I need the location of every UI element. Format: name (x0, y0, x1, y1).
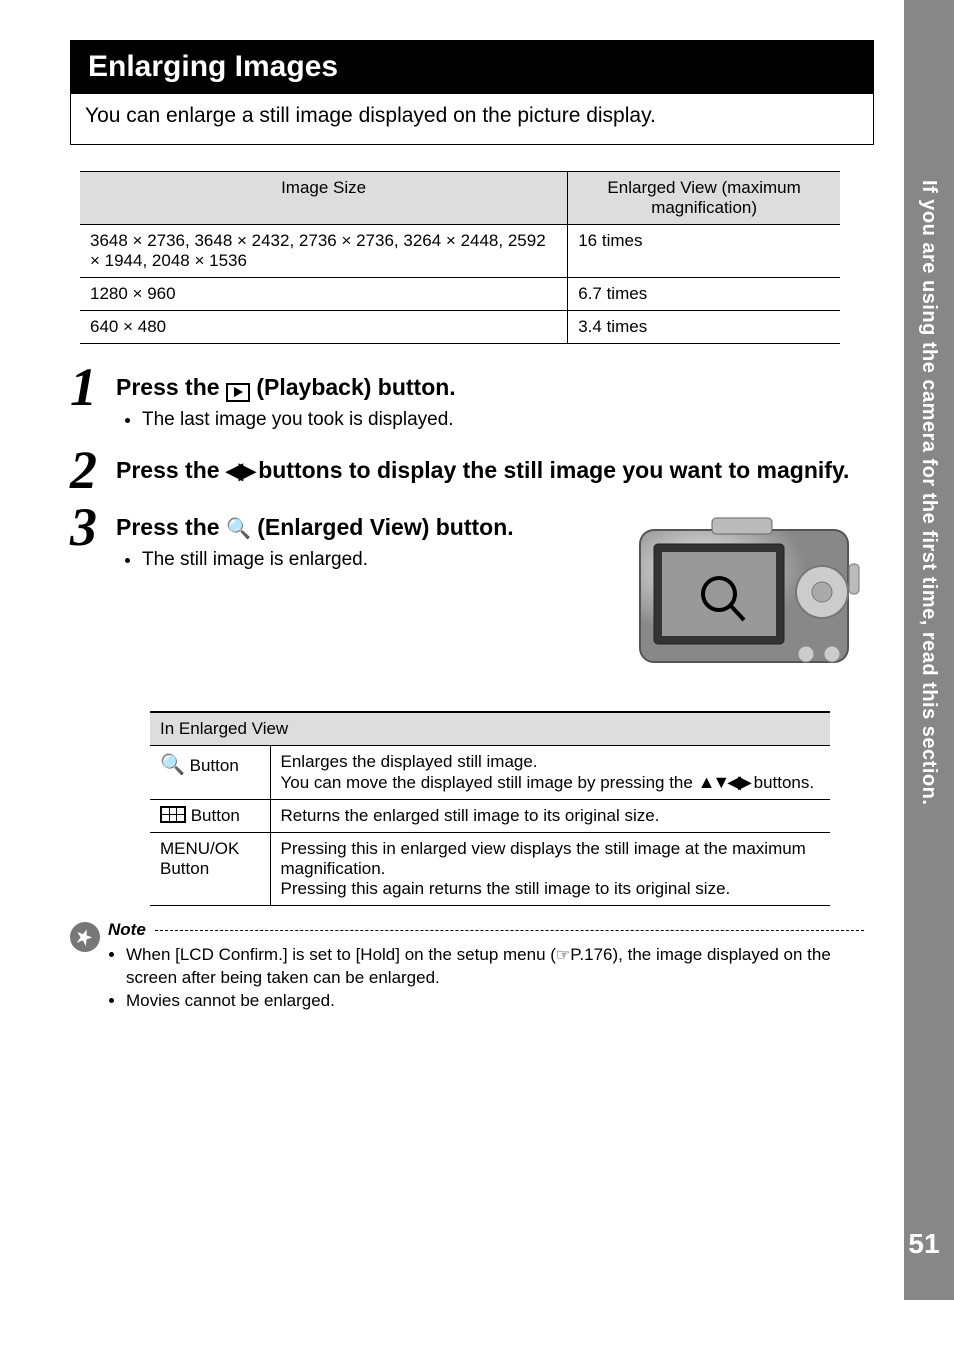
table-cell: 🔍 Button (150, 746, 270, 800)
table-cell: Returns the enlarged still image to its … (270, 800, 830, 833)
step-1: 1 Press the (Playback) button. The last … (70, 366, 864, 435)
image-size-table: Image Size Enlarged View (maximum magnif… (80, 171, 840, 344)
text: Button (186, 806, 240, 825)
table-row: 1280 × 960 6.7 times (80, 278, 840, 311)
reference-icon: ☞ (556, 947, 570, 964)
playback-icon (226, 383, 250, 402)
text: buttons. (749, 773, 814, 792)
text: Press the (116, 514, 226, 540)
direction-arrows-icon: ▲▼◀▶ (698, 772, 749, 792)
text: Button (185, 756, 239, 775)
text: buttons to display the still image you w… (258, 457, 849, 483)
table-row: Button Returns the enlarged still image … (150, 800, 830, 833)
page-number: 51 (904, 1228, 944, 1260)
step-title: Press the (Playback) button. (116, 372, 864, 403)
table-cell: Pressing this in enlarged view displays … (270, 833, 830, 906)
camera-illustration (634, 512, 864, 687)
text: When [LCD Confirm.] is set to [Hold] on … (126, 945, 556, 964)
table-cell: 3648 × 2736, 3648 × 2432, 2736 × 2736, 3… (80, 225, 568, 278)
table-cell: 640 × 480 (80, 311, 568, 344)
enlarged-view-table: In Enlarged View 🔍 Button Enlarges the d… (150, 711, 830, 906)
step-2: 2 Press the ◀▶ buttons to display the st… (70, 449, 864, 492)
magnify-icon: 🔍 (226, 518, 251, 540)
table-header: Enlarged View (maximum magnification) (568, 172, 840, 225)
table-cell: 1280 × 960 (80, 278, 568, 311)
text: (Playback) button. (256, 374, 455, 400)
table-cell: MENU/OK Button (150, 833, 270, 906)
table-row: 3648 × 2736, 3648 × 2432, 2736 × 2736, 3… (80, 225, 840, 278)
table-row: MENU/OK Button Pressing this in enlarged… (150, 833, 830, 906)
note-item: Movies cannot be enlarged. (126, 990, 864, 1013)
text: Enlarges the displayed still image. (281, 752, 821, 772)
note-item: When [LCD Confirm.] is set to [Hold] on … (126, 944, 864, 990)
step-bullet: The still image is enlarged. (142, 549, 616, 571)
sidebar-text: If you are using the camera for the firs… (917, 180, 940, 805)
page-title: Enlarging Images (70, 40, 874, 94)
text: Press the (116, 374, 226, 400)
step-bullet: The last image you took is displayed. (142, 409, 864, 431)
page-subtitle: You can enlarge a still image displayed … (70, 94, 874, 145)
step-title: Press the ◀▶ buttons to display the stil… (116, 455, 864, 486)
table-cell: 6.7 times (568, 278, 840, 311)
step-3: 3 Press the 🔍 (Enlarged View) button. Th… (70, 506, 864, 687)
text: (Enlarged View) button. (257, 514, 513, 540)
step-number: 3 (70, 506, 116, 549)
text: Pressing this again returns the still im… (281, 879, 821, 899)
step-title: Press the 🔍 (Enlarged View) button. (116, 512, 616, 543)
text: You can move the displayed still image b… (281, 772, 821, 793)
text (146, 920, 151, 940)
step-number: 2 (70, 449, 116, 492)
note-title: Note (108, 920, 864, 940)
table-cell: 16 times (568, 225, 840, 278)
text: Press the (116, 457, 226, 483)
table-header: In Enlarged View (150, 712, 830, 746)
table-row: 🔍 Button Enlarges the displayed still im… (150, 746, 830, 800)
sidebar: If you are using the camera for the firs… (904, 0, 954, 1300)
text: Pressing this in enlarged view displays … (281, 839, 821, 879)
table-cell: Button (150, 800, 270, 833)
thumbnail-icon (160, 806, 186, 823)
left-right-arrows-icon: ◀▶ (226, 458, 252, 483)
dashed-line (155, 930, 864, 931)
table-row: 640 × 480 3.4 times (80, 311, 840, 344)
text: Note (108, 920, 146, 940)
table-cell: 3.4 times (568, 311, 840, 344)
table-cell: Enlarges the displayed still image. You … (270, 746, 830, 800)
step-number: 1 (70, 366, 116, 409)
text: You can move the displayed still image b… (281, 773, 698, 792)
note-block: Note When [LCD Confirm.] is set to [Hold… (70, 920, 864, 1013)
note-icon (70, 922, 100, 952)
magnify-icon: 🔍 (160, 754, 185, 776)
table-header: Image Size (80, 172, 568, 225)
